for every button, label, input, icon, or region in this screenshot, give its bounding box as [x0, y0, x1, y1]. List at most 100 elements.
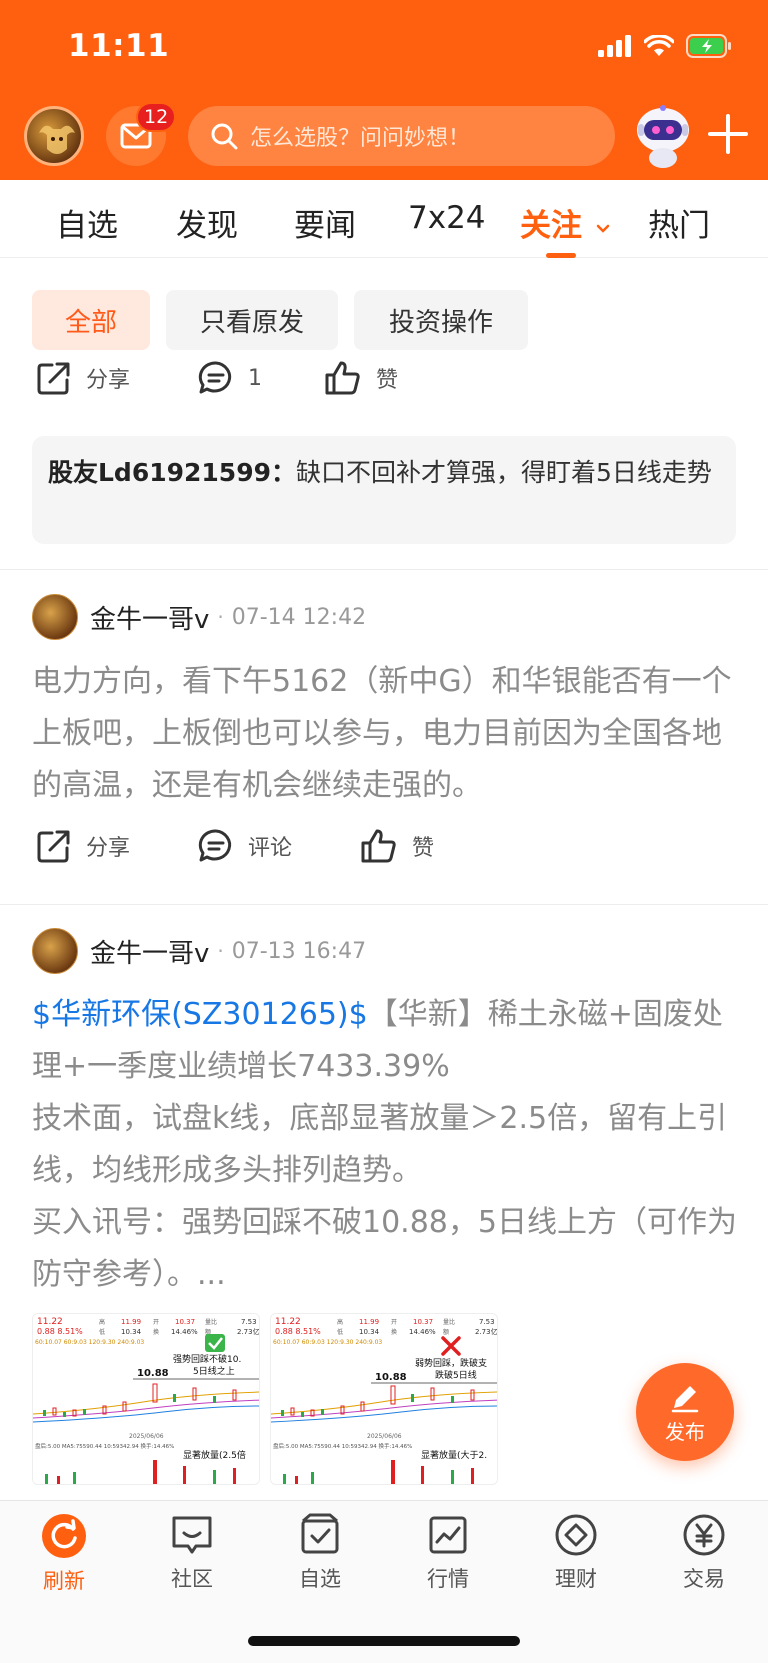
search-icon [211, 123, 238, 150]
tab-watchlist[interactable]: 自选 [56, 200, 118, 245]
post2-time: 07-13 16:47 [231, 938, 367, 964]
share-icon [37, 362, 70, 395]
post0-comment-button[interactable]: 1 [198, 360, 262, 396]
svg-text:额: 额 [443, 1328, 449, 1336]
svg-text:换: 换 [391, 1328, 397, 1336]
nav-market-label: 行情 [427, 1567, 469, 1591]
refresh-icon [42, 1514, 86, 1558]
post2-body[interactable]: $华新环保(SZ301265)$【华新】稀土永磁+固废处理+一季度业绩增长743… [32, 989, 738, 1301]
post1-comment-button[interactable]: 评论 [198, 828, 292, 864]
filter-original[interactable]: 只看原发 [166, 290, 338, 350]
nav-refresh[interactable]: 刷新 [14, 1513, 114, 1595]
app-screen: 11:11 12 怎么选股？问问妙想！ 自选 发现 要闻 7x24 关注 热门 … [0, 0, 768, 1663]
svg-text:开: 开 [153, 1319, 159, 1326]
post2-line3: 买入讯号：强势回踩不破10.88，5日线上方（可作为防守参考）。... [32, 1205, 737, 1292]
tab-news[interactable]: 要闻 [294, 200, 356, 245]
svg-text:10.88: 10.88 [375, 1372, 407, 1383]
publish-button[interactable]: 发布 [636, 1363, 734, 1461]
search-bar[interactable]: 怎么选股？问问妙想！ [188, 106, 615, 166]
tab-following[interactable]: 关注 [520, 200, 611, 245]
post2-author[interactable]: 金牛一哥v [90, 933, 209, 970]
community-icon [172, 1516, 212, 1554]
stock-ticker-link[interactable]: $华新环保(SZ301265)$ [32, 997, 368, 1032]
nav-wealth[interactable]: 理财 [526, 1513, 626, 1593]
post1-comment-label: 评论 [248, 836, 293, 861]
post1-author[interactable]: 金牛一哥v [90, 599, 209, 636]
post2-header: 金牛一哥v · 07-13 16:47 [32, 927, 366, 975]
nav-trade[interactable]: 交易 [654, 1513, 754, 1593]
messages-badge: 12 [136, 102, 177, 132]
status-icons [598, 34, 732, 58]
svg-text:低: 低 [337, 1328, 343, 1336]
post1-time: 07-14 12:42 [231, 604, 367, 630]
nav-trade-label: 交易 [683, 1567, 725, 1591]
battery-icon [686, 34, 731, 58]
svg-text:开: 开 [391, 1319, 397, 1326]
nav-community-label: 社区 [171, 1567, 213, 1591]
svg-text:14.46%: 14.46% [409, 1328, 436, 1336]
svg-text:跌破5日线: 跌破5日线 [435, 1369, 477, 1381]
svg-text:11.99: 11.99 [121, 1318, 141, 1326]
svg-text:高: 高 [99, 1318, 105, 1326]
user-avatar[interactable] [24, 106, 84, 166]
svg-text:2.73亿: 2.73亿 [237, 1327, 260, 1336]
svg-text:量比: 量比 [205, 1318, 217, 1326]
post-divider [0, 569, 768, 570]
filter-all[interactable]: 全部 [32, 290, 150, 350]
post1-actions: 分享 评论 赞 [0, 828, 768, 888]
author-avatar[interactable] [32, 594, 78, 640]
add-icon[interactable] [706, 112, 750, 156]
tab-hot[interactable]: 热门 [648, 200, 710, 245]
svg-text:60:10.07 60:9.03 120:9.30 2: 60:10.07 60:9.03 120:9.30 240:9.03 [273, 1339, 382, 1346]
pencil-icon [671, 1385, 699, 1412]
svg-text:5日线之上: 5日线之上 [193, 1365, 235, 1377]
tab-discover[interactable]: 发现 [176, 200, 238, 245]
svg-text:10.37: 10.37 [413, 1318, 433, 1326]
signal-icon [598, 35, 631, 57]
post-divider [0, 904, 768, 905]
post1-share-button[interactable]: 分享 [36, 828, 130, 864]
watchlist-icon [301, 1513, 339, 1554]
svg-text:显著放量(2.5倍: 显著放量(2.5倍 [183, 1449, 246, 1461]
stock-chart-thumbnail: 11.22 0.88 8.51% 高 11.99 开 10.37 量比 7.53… [271, 1314, 497, 1484]
post0-actions: 分享 1 赞 [0, 360, 768, 420]
author-avatar[interactable] [32, 928, 78, 974]
active-tab-indicator [546, 253, 576, 258]
search-placeholder: 怎么选股？问问妙想！ [250, 126, 471, 151]
market-chart-icon [429, 1516, 467, 1554]
wifi-icon [644, 35, 674, 56]
post2-image-1[interactable]: 11.22 0.88 8.51% 高 11.99 开 10.37 量比 7.53… [32, 1313, 260, 1485]
nav-market[interactable]: 行情 [398, 1513, 498, 1593]
svg-text:10.34: 10.34 [359, 1328, 380, 1336]
post2-line2: 技术面，试盘k线，底部显著放量＞2.5倍，留有上引线，均线形成多头排列趋势。 [32, 1101, 728, 1188]
quote-username: 股友Ld61921599： [48, 458, 296, 487]
nav-community[interactable]: 社区 [142, 1513, 242, 1593]
feed-tabs: 自选 发现 要闻 7x24 关注 热门 [0, 180, 768, 258]
svg-text:7.53: 7.53 [241, 1318, 257, 1326]
status-time: 11:11 [68, 28, 170, 64]
wealth-diamond-icon [555, 1514, 597, 1556]
tab-following-label: 关注 [520, 208, 582, 244]
yuan-icon [683, 1514, 725, 1556]
stock-chart-thumbnail: 11.22 0.88 8.51% 高 11.99 开 10.37 量比 7.53… [33, 1314, 260, 1484]
svg-text:11.22: 11.22 [275, 1317, 301, 1327]
home-indicator[interactable] [248, 1636, 520, 1646]
thumbs-up-icon [361, 829, 396, 863]
tab-7x24[interactable]: 7x24 [408, 200, 486, 236]
svg-text:盘后:5.00 MA5:75590.44 10:5934: 盘后:5.00 MA5:75590.44 10:59342.94 换手:14.4… [35, 1442, 174, 1450]
post0-share-button[interactable]: 分享 [36, 360, 130, 396]
robot-assistant-icon[interactable] [628, 100, 698, 170]
post1-like-button[interactable]: 赞 [360, 828, 434, 864]
post1-body[interactable]: 电力方向，看下午5162（新中G）和华银能否有一个上板吧，上板倒也可以参与，电力… [32, 656, 738, 812]
svg-text:0.88 8.51%: 0.88 8.51% [37, 1327, 83, 1336]
filter-investment[interactable]: 投资操作 [354, 290, 528, 350]
post0-like-button[interactable]: 赞 [324, 360, 398, 396]
post2-image-2[interactable]: 11.22 0.88 8.51% 高 11.99 开 10.37 量比 7.53… [270, 1313, 498, 1485]
chevron-down-icon [596, 224, 610, 233]
post2-line1: $华新环保(SZ301265)$【华新】稀土永磁+固废处理+一季度业绩增长743… [32, 989, 738, 1093]
quoted-comment[interactable]: 股友Ld61921599：缺口不回补才算强，得盯着5日线走势 [32, 436, 736, 544]
separator-dot: · [217, 605, 224, 629]
comment-icon [198, 829, 232, 862]
nav-watchlist[interactable]: 自选 [270, 1513, 370, 1593]
post0-like-label: 赞 [376, 368, 399, 393]
